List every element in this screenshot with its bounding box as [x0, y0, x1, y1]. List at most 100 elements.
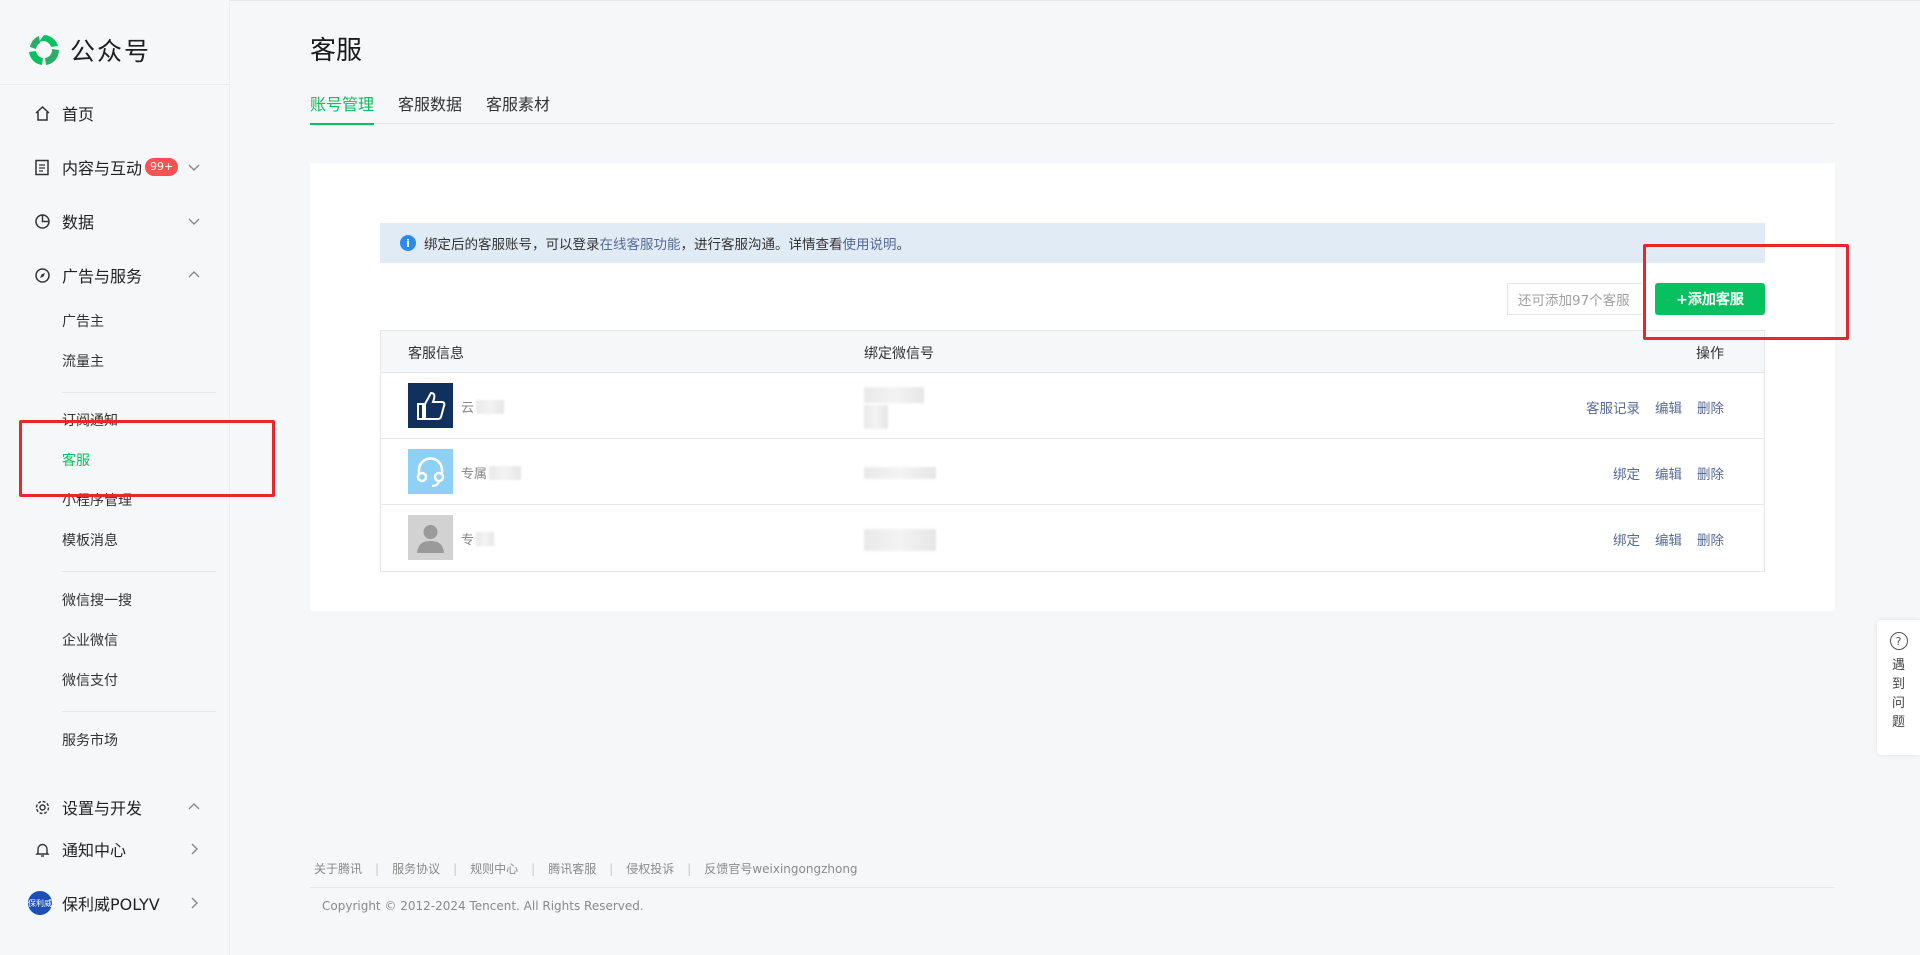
redacted-blur — [864, 529, 936, 551]
info-notice: i 绑定后的客服账号，可以登录 在线客服功能 ，进行客服沟通。详情查看 使用说明… — [380, 223, 1765, 263]
nav-account[interactable]: 保利威 保利威POLYV — [28, 888, 202, 918]
online-service-link[interactable]: 在线客服功能 — [600, 233, 681, 253]
page-title: 客服 — [310, 36, 363, 66]
sidebar: 公众号 首页 内容与互动 99+ 数据 广告与服务 广告主 流量主 订阅通知 客… — [0, 0, 230, 955]
chevron-up-icon — [188, 803, 200, 810]
question-icon: ? — [1889, 632, 1908, 650]
table-row: 专属 绑定 编辑 删除 — [381, 439, 1764, 505]
nav-sub-wechat-pay[interactable]: 微信支付 — [62, 670, 118, 692]
footer-separator: | — [531, 861, 536, 876]
nav-content-label: 内容与互动 — [62, 159, 143, 178]
tab-account-manage[interactable]: 账号管理 — [310, 91, 375, 125]
usage-guide-link[interactable]: 使用说明 — [843, 233, 897, 253]
nav-ads-label: 广告与服务 — [62, 267, 143, 286]
notice-text: 绑定后的客服账号，可以登录 — [424, 237, 600, 253]
edit-link[interactable]: 编辑 — [1655, 397, 1682, 417]
footer-links: 关于腾讯 | 服务协议 | 规则中心 | 腾讯客服 | 侵权投诉 | 反馈官号w… — [314, 860, 858, 877]
wechat-mp-logo-icon — [29, 35, 60, 65]
nav-sub-customer-service[interactable]: 客服 — [62, 450, 90, 472]
footer-separator: | — [609, 861, 614, 876]
bind-link[interactable]: 绑定 — [1613, 463, 1640, 483]
content-card: i 绑定后的客服账号，可以登录 在线客服功能 ，进行客服沟通。详情查看 使用说明… — [310, 163, 1835, 611]
tab-bar: 账号管理 客服数据 客服素材 — [310, 88, 1835, 125]
service-name-text: 专属 — [461, 467, 488, 482]
default-user-icon — [417, 525, 444, 553]
bell-icon — [32, 839, 52, 859]
nav-sub-wecom[interactable]: 企业微信 — [62, 630, 118, 652]
nav-sub-subscribe-notify[interactable]: 订阅通知 — [62, 410, 118, 432]
chevron-right-icon — [191, 843, 198, 855]
compass-icon — [32, 265, 52, 285]
row-actions: 绑定 编辑 删除 — [1613, 529, 1724, 549]
footer-separator: | — [375, 861, 380, 876]
chevron-up-icon — [188, 271, 200, 278]
account-avatar: 保利威 — [28, 891, 52, 915]
footer-separator: | — [687, 861, 692, 876]
footer-link-feedback[interactable]: 反馈官号weixingongzhong — [704, 860, 857, 877]
bind-link[interactable]: 绑定 — [1613, 529, 1640, 549]
remaining-count: 还可添加97个客服 — [1507, 283, 1642, 315]
edit-link[interactable]: 编辑 — [1655, 529, 1682, 549]
delete-link[interactable]: 删除 — [1697, 529, 1724, 549]
copyright: Copyright © 2012-2024 Tencent. All Right… — [322, 899, 644, 913]
bound-wechat-id — [864, 387, 924, 429]
footer-link-complaint[interactable]: 侵权投诉 — [626, 860, 674, 877]
nav-divider — [62, 571, 216, 572]
nav-data-label: 数据 — [62, 213, 95, 232]
nav-sub-miniprogram[interactable]: 小程序管理 — [62, 490, 132, 512]
chevron-down-icon — [188, 164, 200, 171]
chat-history-link[interactable]: 客服记录 — [1586, 397, 1640, 417]
notice-text: ，进行客服沟通。详情查看 — [680, 237, 843, 253]
service-avatar — [408, 515, 453, 560]
logo[interactable]: 公众号 — [26, 30, 151, 70]
row-actions: 绑定 编辑 删除 — [1613, 463, 1724, 483]
redacted-blur — [864, 405, 888, 429]
nav-data[interactable]: 数据 — [32, 206, 202, 236]
nav-ads-services[interactable]: 广告与服务 — [32, 260, 202, 290]
nav-settings[interactable]: 设置与开发 — [32, 792, 202, 822]
delete-link[interactable]: 删除 — [1697, 463, 1724, 483]
service-name: 专属 — [461, 463, 522, 482]
footer-link-terms[interactable]: 服务协议 — [392, 860, 440, 877]
headset-icon — [416, 457, 445, 487]
nav-sub-publisher[interactable]: 流量主 — [62, 351, 104, 373]
help-float-button[interactable]: ? 遇到问题 — [1877, 620, 1920, 755]
nav-sub-template-msg[interactable]: 模板消息 — [62, 530, 118, 552]
bound-wechat-id — [864, 467, 936, 479]
notice-text: 。 — [896, 237, 911, 253]
chevron-down-icon — [188, 218, 200, 225]
info-icon: i — [400, 235, 416, 251]
service-name: 云 — [461, 397, 505, 416]
gear-icon — [32, 797, 52, 817]
tab-service-material[interactable]: 客服素材 — [486, 91, 550, 123]
edit-link[interactable]: 编辑 — [1655, 463, 1682, 483]
nav-home[interactable]: 首页 — [32, 98, 202, 128]
delete-link[interactable]: 删除 — [1697, 397, 1724, 417]
service-table: 客服信息 绑定微信号 操作 云 客服记录 编辑 删除 专属 绑定 编辑 删除 专… — [380, 330, 1765, 572]
table-row: 云 客服记录 编辑 删除 — [381, 373, 1764, 439]
nav-notify[interactable]: 通知中心 — [32, 834, 202, 864]
brand-name: 公众号 — [70, 37, 152, 66]
bound-wechat-id — [864, 529, 936, 551]
redacted-blur — [476, 531, 495, 546]
footer-link-rules[interactable]: 规则中心 — [470, 860, 518, 877]
footer-separator: | — [453, 861, 458, 876]
document-icon — [32, 157, 52, 177]
add-service-button[interactable]: +添加客服 — [1655, 283, 1765, 315]
service-avatar — [408, 383, 453, 428]
notification-badge: 99+ — [145, 158, 179, 176]
tab-service-data[interactable]: 客服数据 — [398, 91, 462, 123]
nav-home-label: 首页 — [62, 105, 95, 124]
footer-divider — [310, 887, 1835, 888]
footer-link-about[interactable]: 关于腾讯 — [314, 860, 362, 877]
service-name-text: 专 — [461, 533, 475, 548]
table-row: 专 绑定 编辑 删除 — [381, 505, 1764, 571]
nav-sub-service-market[interactable]: 服务市场 — [62, 730, 118, 752]
footer-link-support[interactable]: 腾讯客服 — [548, 860, 596, 877]
nav-sub-advertiser[interactable]: 广告主 — [62, 311, 104, 333]
nav-sub-wechat-search[interactable]: 微信搜一搜 — [62, 590, 132, 612]
top-divider — [0, 0, 1920, 1]
nav-content[interactable]: 内容与互动 99+ — [32, 152, 202, 182]
chevron-right-icon — [191, 897, 198, 909]
nav-divider — [62, 711, 216, 712]
